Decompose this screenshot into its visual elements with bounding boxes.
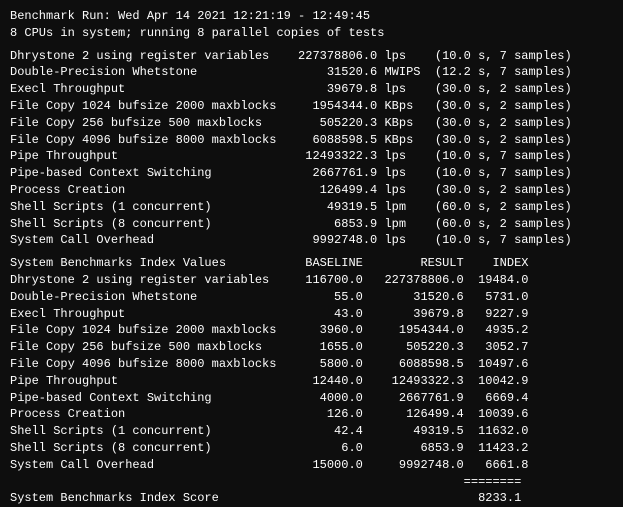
terminal-output: Benchmark Run: Wed Apr 14 2021 12:21:19 … bbox=[10, 8, 613, 507]
index-row: Process Creation 126.0 126499.4 10039.6 bbox=[10, 406, 613, 423]
index-row: System Call Overhead 15000.0 9992748.0 6… bbox=[10, 457, 613, 474]
index-row: File Copy 4096 bufsize 8000 maxblocks 58… bbox=[10, 356, 613, 373]
result-row: File Copy 4096 bufsize 8000 maxblocks 60… bbox=[10, 132, 613, 149]
index-row: File Copy 256 bufsize 500 maxblocks 1655… bbox=[10, 339, 613, 356]
result-row: Pipe Throughput 12493322.3 lps (10.0 s, … bbox=[10, 148, 613, 165]
index-score-row: System Benchmarks Index Score 8233.1 bbox=[10, 490, 613, 507]
index-header-row: System Benchmarks Index Values BASELINE … bbox=[10, 255, 613, 272]
result-row: Pipe-based Context Switching 2667761.9 l… bbox=[10, 165, 613, 182]
separator-rule: ======== bbox=[10, 474, 613, 491]
index-row: Pipe-based Context Switching 4000.0 2667… bbox=[10, 390, 613, 407]
benchmark-run-line: Benchmark Run: Wed Apr 14 2021 12:21:19 … bbox=[10, 8, 613, 25]
index-row: Pipe Throughput 12440.0 12493322.3 10042… bbox=[10, 373, 613, 390]
results-block: Dhrystone 2 using register variables 227… bbox=[10, 48, 613, 250]
result-row: System Call Overhead 9992748.0 lps (10.0… bbox=[10, 232, 613, 249]
index-row: File Copy 1024 bufsize 2000 maxblocks 39… bbox=[10, 322, 613, 339]
result-row: File Copy 256 bufsize 500 maxblocks 5052… bbox=[10, 115, 613, 132]
index-row: Shell Scripts (8 concurrent) 6.0 6853.9 … bbox=[10, 440, 613, 457]
index-row: Dhrystone 2 using register variables 116… bbox=[10, 272, 613, 289]
index-block: Dhrystone 2 using register variables 116… bbox=[10, 272, 613, 474]
result-row: Execl Throughput 39679.8 lps (30.0 s, 2 … bbox=[10, 81, 613, 98]
result-row: File Copy 1024 bufsize 2000 maxblocks 19… bbox=[10, 98, 613, 115]
index-row: Double-Precision Whetstone 55.0 31520.6 … bbox=[10, 289, 613, 306]
index-row: Shell Scripts (1 concurrent) 42.4 49319.… bbox=[10, 423, 613, 440]
result-row: Shell Scripts (1 concurrent) 49319.5 lpm… bbox=[10, 199, 613, 216]
result-row: Process Creation 126499.4 lps (30.0 s, 2… bbox=[10, 182, 613, 199]
result-row: Shell Scripts (8 concurrent) 6853.9 lpm … bbox=[10, 216, 613, 233]
result-row: Double-Precision Whetstone 31520.6 MWIPS… bbox=[10, 64, 613, 81]
cpu-line: 8 CPUs in system; running 8 parallel cop… bbox=[10, 25, 613, 42]
result-row: Dhrystone 2 using register variables 227… bbox=[10, 48, 613, 65]
index-row: Execl Throughput 43.0 39679.8 9227.9 bbox=[10, 306, 613, 323]
